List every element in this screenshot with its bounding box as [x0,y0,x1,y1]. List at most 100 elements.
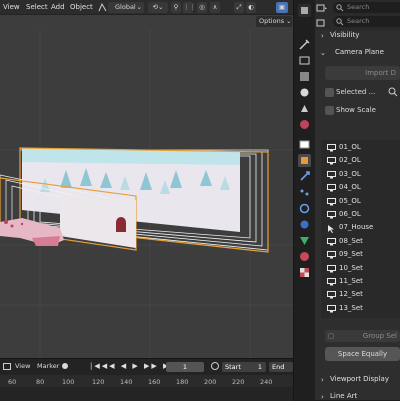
collection-name: 04_OL [339,183,361,192]
snap-toggle-icon[interactable]: ⚲ [171,2,181,13]
pivot-point-button[interactable]: ⟲⌄ [148,2,168,13]
object-properties-icon[interactable] [298,154,311,167]
group-select-button[interactable]: ▢ Group Sel [325,330,400,342]
collection-list-item[interactable]: 04_OL [327,182,400,194]
collection-name: 02_OL [339,156,361,165]
monitor-icon[interactable] [327,291,336,299]
collection-list-item[interactable]: 07_House [327,222,400,234]
viewport-display-panel-header[interactable]: Viewport Display [330,375,389,383]
collection-list-item[interactable]: 12_Set [327,289,400,301]
monitor-icon[interactable] [327,304,336,313]
render-settings-icon[interactable] [298,54,311,67]
data-icon[interactable] [298,234,311,247]
preview-range-icon[interactable] [210,361,220,371]
collection-name: 06_OL [339,210,361,218]
timeline-menu-view[interactable]: View [15,362,30,370]
physics-icon[interactable] [298,202,311,215]
collection-list-item[interactable]: 13_Set [327,303,400,315]
menu-object[interactable]: Object [70,2,93,13]
collection-list-item[interactable]: 03_OL [327,169,400,181]
tick-label: 60 [8,378,17,386]
menu-view[interactable]: View [3,2,20,13]
output-settings-icon[interactable] [298,70,311,83]
house-door [116,217,126,232]
collection-list-item[interactable]: 10_Set [327,263,400,275]
monitor-icon[interactable] [327,197,336,206]
collection-name: 05_OL [339,196,361,205]
end-frame-field[interactable]: End [269,362,293,372]
collection-list-item[interactable]: 06_OL [327,209,400,221]
line-art-panel-header[interactable]: Line Art [330,392,357,400]
collection-name: 10_Set [339,263,363,272]
view-layer-icon[interactable] [298,86,311,99]
tool-settings-icon[interactable] [298,38,311,51]
editor-type-icon[interactable] [3,362,12,371]
properties-panel: Search Search › Visibility ⌄ Camera Plan… [315,0,400,401]
tick-label: 220 [232,378,245,386]
overlay-icon[interactable]: ◐ [246,2,256,13]
collection-name: 11_Set [339,277,363,285]
tick-label: 180 [176,378,189,386]
auto-keying-icon[interactable] [60,361,70,371]
tick-label: 100 [62,378,75,386]
tick-label: 240 [260,378,273,386]
cursor-icon[interactable] [327,224,336,234]
texture-icon[interactable] [298,266,311,279]
monitor-icon[interactable] [327,278,336,286]
particles-icon[interactable] [298,186,311,199]
monitor-icon[interactable] [327,264,336,273]
current-frame-field[interactable]: 1 [166,362,204,372]
collection-name: 12_Set [339,290,363,299]
space-equally-button[interactable]: Space Equally [325,347,400,361]
menu-select[interactable]: Select [26,2,48,13]
constraints-icon[interactable] [298,218,311,231]
menu-add[interactable]: Add [51,2,65,13]
collection-name: 01_OL [339,143,361,151]
3d-viewport[interactable]: View Select Add Object Global ⌄ ⟲⌄ ⚲ ⋮⋮ ◎… [0,0,293,358]
collection-name: 13_Set [339,303,363,312]
collection-list-item[interactable]: 05_OL [327,196,400,208]
modifier-icon[interactable] [298,170,311,183]
collection-name: 08_Set [339,236,363,245]
timeline-menu-marker[interactable]: Marker [37,362,59,370]
tick-label: 80 [36,378,45,386]
collection-icon[interactable] [298,138,311,151]
options-dropdown[interactable]: Options ⌄ [256,16,292,27]
transform-orientation-icon [98,3,107,12]
scene-planes[interactable] [0,0,293,358]
chevron-right-icon[interactable]: › [321,376,324,384]
collection-list-item[interactable]: 11_Set [327,276,400,288]
scene-icon[interactable] [298,102,311,115]
falloff-icon[interactable]: ∧ [210,2,220,13]
collection-list-item[interactable]: 02_OL [327,155,400,167]
monitor-icon[interactable] [327,144,336,152]
tick-label: 120 [92,378,105,386]
tick-label: 160 [148,378,161,386]
collection-list-item[interactable]: 09_Set [327,249,400,261]
group-icon: ▢ [328,332,335,340]
gizmo-icon[interactable]: ⤢ [234,2,244,13]
proportional-edit-icon[interactable]: ◎ [197,2,207,13]
tick-label: 140 [120,378,133,386]
properties-tab-bar [293,0,315,400]
start-frame-field[interactable]: Start 1 [222,362,266,372]
monitor-icon[interactable] [327,211,336,219]
transform-orientation-dropdown[interactable]: Global ⌄ [108,2,144,13]
collection-list-item[interactable]: 08_Set [327,236,400,248]
editor-type-properties-icon[interactable] [298,4,311,17]
collection-name: 09_Set [339,250,363,259]
timeline-editor: View Marker |◀◀◀ ◀ ▶ ▶▶ ▶▶| 1 Start 1 End… [0,358,293,401]
xray-toggle-icon[interactable]: ▣ [276,2,288,13]
collection-name: 07_House [339,223,374,232]
monitor-icon[interactable] [327,157,336,165]
monitor-icon[interactable] [327,237,336,246]
world-icon[interactable] [298,118,311,131]
collection-list-item[interactable]: 01_OL [327,142,400,154]
monitor-icon[interactable] [327,170,336,179]
material-icon[interactable] [298,250,311,263]
monitor-icon[interactable] [327,251,336,259]
tick-label: 200 [204,378,217,386]
timeline-track[interactable] [0,387,293,401]
monitor-icon[interactable] [327,184,336,192]
snap-target-icon[interactable]: ⋮⋮ [183,2,196,13]
